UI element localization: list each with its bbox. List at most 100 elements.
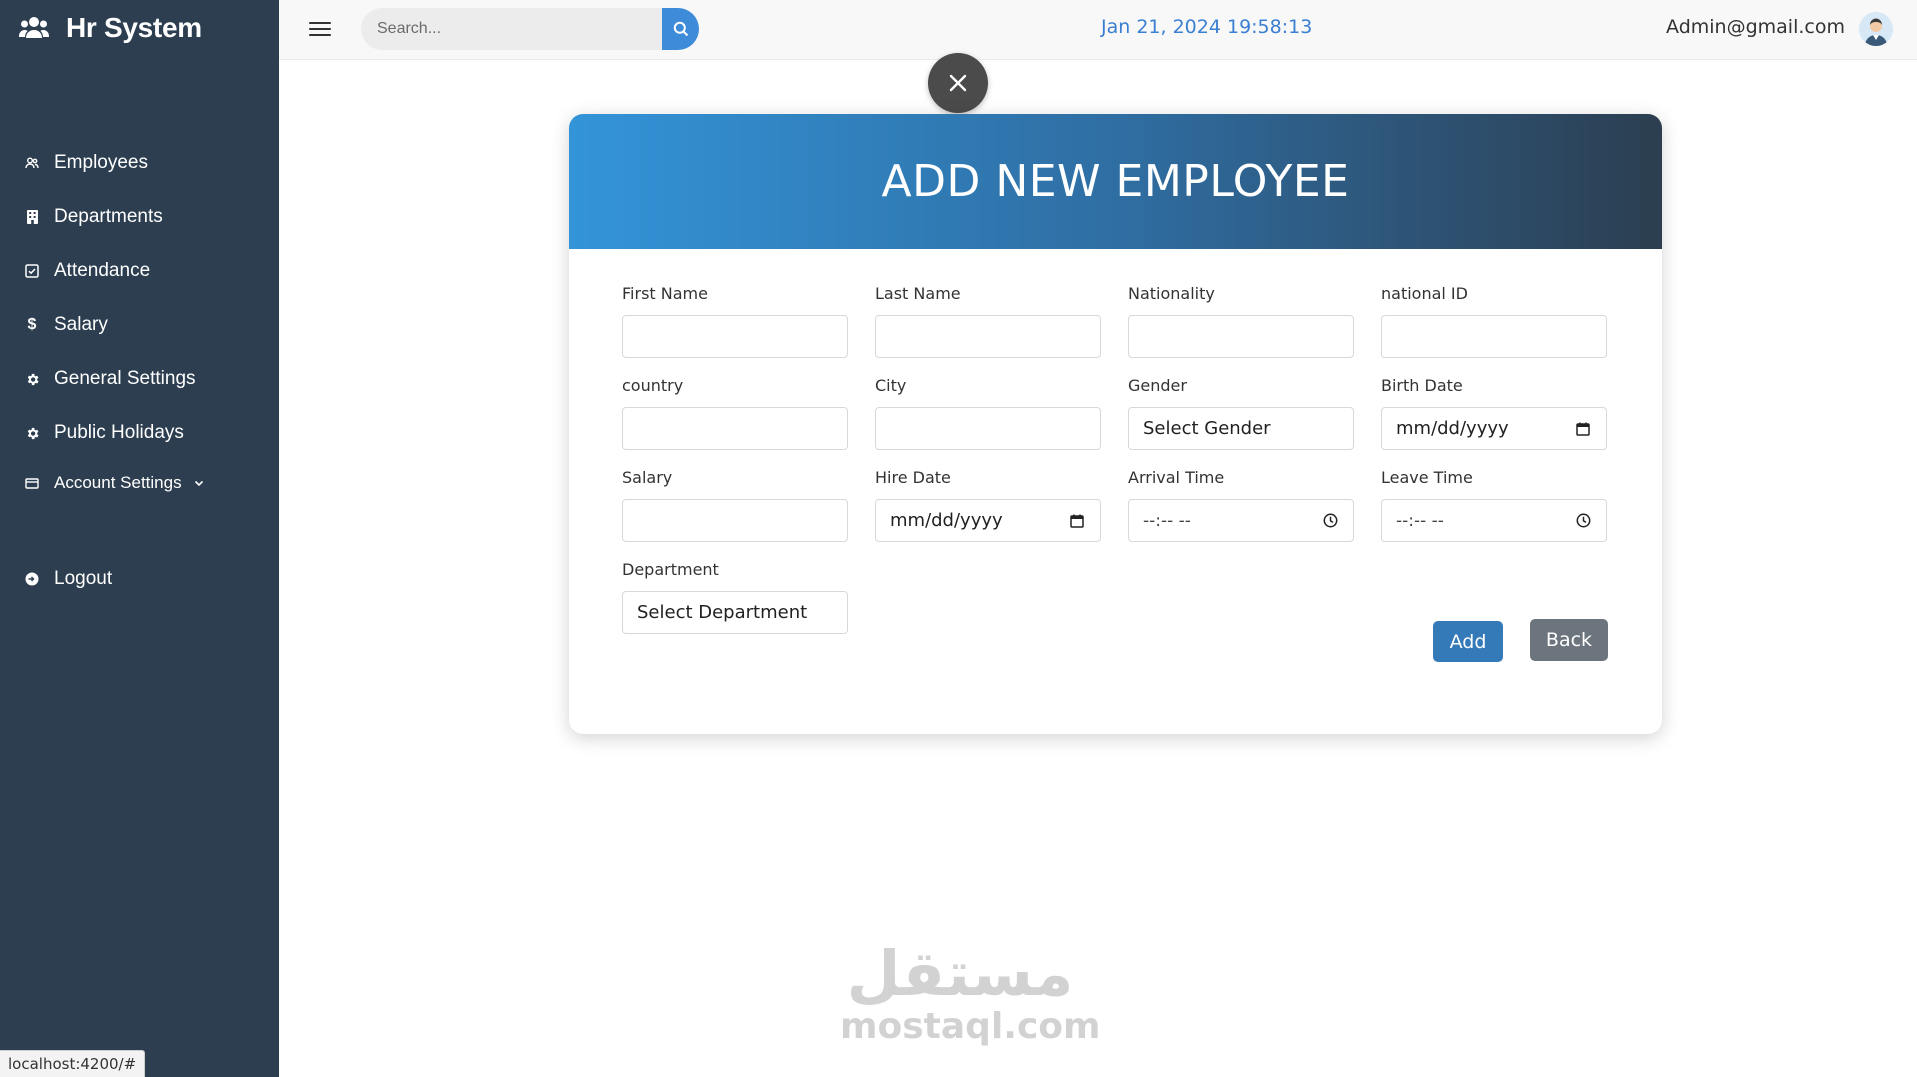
leave-time-value: --:-- -- — [1396, 510, 1444, 531]
status-bar-url: localhost:4200/# — [0, 1050, 146, 1077]
calendar-icon[interactable] — [1068, 512, 1086, 530]
birth-date-value: mm/dd/yyyy — [1396, 418, 1509, 439]
page-title: ADD NEW EMPLOYEE — [881, 156, 1350, 207]
close-icon — [949, 74, 967, 92]
gender-group: Gender Select Gender — [1128, 376, 1354, 450]
city-field[interactable] — [875, 407, 1101, 450]
sidebar-nav: Employees Departments Attendance $ Salar… — [0, 136, 279, 606]
sidebar-item-label: General Settings — [54, 368, 196, 389]
close-button[interactable] — [928, 53, 988, 113]
birth-date-label: Birth Date — [1381, 376, 1463, 395]
sidebar-item-label: Attendance — [54, 260, 151, 281]
search-button[interactable] — [662, 8, 699, 50]
gender-select[interactable]: Select Gender — [1128, 407, 1354, 450]
national-id-field[interactable] — [1381, 315, 1607, 358]
last-name-group: Last Name — [875, 284, 1101, 358]
country-label: country — [622, 376, 684, 395]
sidebar-item-logout[interactable]: Logout — [0, 552, 279, 606]
salary-group: Salary — [622, 468, 848, 542]
clock-icon[interactable] — [1574, 512, 1592, 530]
first-name-label: First Name — [622, 284, 708, 303]
users-group-icon — [14, 10, 54, 46]
topbar: Jan 21, 2024 19:58:13 Admin@gmail.com — [279, 0, 1917, 60]
search-bar — [361, 8, 704, 50]
national-id-label: national ID — [1381, 284, 1468, 303]
last-name-field[interactable] — [875, 315, 1101, 358]
sidebar-item-departments[interactable]: Departments — [0, 190, 279, 244]
hire-date-field[interactable]: mm/dd/yyyy — [875, 499, 1101, 542]
first-name-group: First Name — [622, 284, 848, 358]
calendar-check-icon — [22, 261, 42, 281]
add-button[interactable]: Add — [1433, 621, 1503, 662]
sidebar-item-label: Logout — [54, 568, 113, 589]
brand-title: Hr System — [66, 12, 202, 43]
arrival-time-label: Arrival Time — [1128, 468, 1225, 487]
sidebar-item-label: Departments — [54, 206, 163, 227]
birth-date-group: Birth Date mm/dd/yyyy — [1381, 376, 1607, 450]
sidebar-item-label: Salary — [54, 314, 108, 335]
gear-icon — [22, 423, 42, 443]
watermark-logo: مستقل mostaql.com — [840, 937, 1101, 1047]
last-name-label: Last Name — [875, 284, 961, 303]
sidebar: Hr System Employees Departments Attendan… — [0, 0, 279, 1077]
first-name-field[interactable] — [622, 315, 848, 358]
nationality-group: Nationality — [1128, 284, 1354, 358]
hire-date-label: Hire Date — [875, 468, 951, 487]
department-label: Department — [622, 560, 719, 579]
brand[interactable]: Hr System — [14, 10, 202, 46]
watermark-arabic: مستقل — [846, 937, 1074, 1010]
watermark-latin: mostaql.com — [840, 1006, 1101, 1047]
leave-time-group: Leave Time --:-- -- — [1381, 468, 1607, 542]
sidebar-item-label: Employees — [54, 152, 148, 173]
building-icon — [22, 207, 42, 227]
department-select[interactable]: Select Department — [622, 591, 848, 634]
user-email[interactable]: Admin@gmail.com — [1666, 16, 1845, 38]
nationality-label: Nationality — [1128, 284, 1215, 303]
menu-toggle-icon[interactable] — [309, 18, 331, 38]
department-value: Select Department — [637, 602, 808, 623]
users-icon — [22, 153, 42, 173]
hire-date-group: Hire Date mm/dd/yyyy — [875, 468, 1101, 542]
salary-label: Salary — [622, 468, 673, 487]
hire-date-value: mm/dd/yyyy — [890, 510, 1003, 531]
country-field[interactable] — [622, 407, 848, 450]
back-button[interactable]: Back — [1530, 619, 1608, 661]
salary-field[interactable] — [622, 499, 848, 542]
sidebar-item-account-settings[interactable]: Account Settings — [0, 460, 279, 506]
calendar-icon[interactable] — [1574, 420, 1592, 438]
sidebar-item-label: Account Settings — [54, 473, 182, 492]
add-employee-card: ADD NEW EMPLOYEE First Name Last Name Na… — [569, 114, 1662, 734]
datetime-display: Jan 21, 2024 19:58:13 — [1101, 16, 1313, 38]
clock-icon[interactable] — [1321, 512, 1339, 530]
city-group: City — [875, 376, 1101, 450]
search-input[interactable] — [361, 8, 662, 50]
employee-form: First Name Last Name Nationality nationa… — [622, 284, 1612, 652]
department-group: Department Select Department — [622, 560, 848, 634]
national-id-group: national ID — [1381, 284, 1607, 358]
dollar-icon: $ — [27, 316, 37, 333]
nationality-field[interactable] — [1128, 315, 1354, 358]
sidebar-item-employees[interactable]: Employees — [0, 136, 279, 190]
sidebar-item-public-holidays[interactable]: Public Holidays — [0, 406, 279, 460]
search-icon — [673, 21, 688, 37]
sidebar-item-attendance[interactable]: Attendance — [0, 244, 279, 298]
gender-label: Gender — [1128, 376, 1187, 395]
country-group: country — [622, 376, 848, 450]
sidebar-item-general-settings[interactable]: General Settings — [0, 352, 279, 406]
chevron-down-icon[interactable] — [194, 480, 204, 487]
card-header: ADD NEW EMPLOYEE — [569, 114, 1662, 249]
leave-time-field[interactable]: --:-- -- — [1381, 499, 1607, 542]
birth-date-field[interactable]: mm/dd/yyyy — [1381, 407, 1607, 450]
avatar[interactable] — [1859, 12, 1893, 46]
sidebar-item-label: Public Holidays — [54, 422, 184, 443]
sidebar-item-salary[interactable]: $ Salary — [0, 298, 279, 352]
gear-icon — [22, 369, 42, 389]
arrival-time-group: Arrival Time --:-- -- — [1128, 468, 1354, 542]
leave-time-label: Leave Time — [1381, 468, 1473, 487]
city-label: City — [875, 376, 907, 395]
logout-icon — [22, 569, 42, 589]
gender-value: Select Gender — [1143, 418, 1271, 439]
arrival-time-field[interactable]: --:-- -- — [1128, 499, 1354, 542]
arrival-time-value: --:-- -- — [1143, 510, 1191, 531]
